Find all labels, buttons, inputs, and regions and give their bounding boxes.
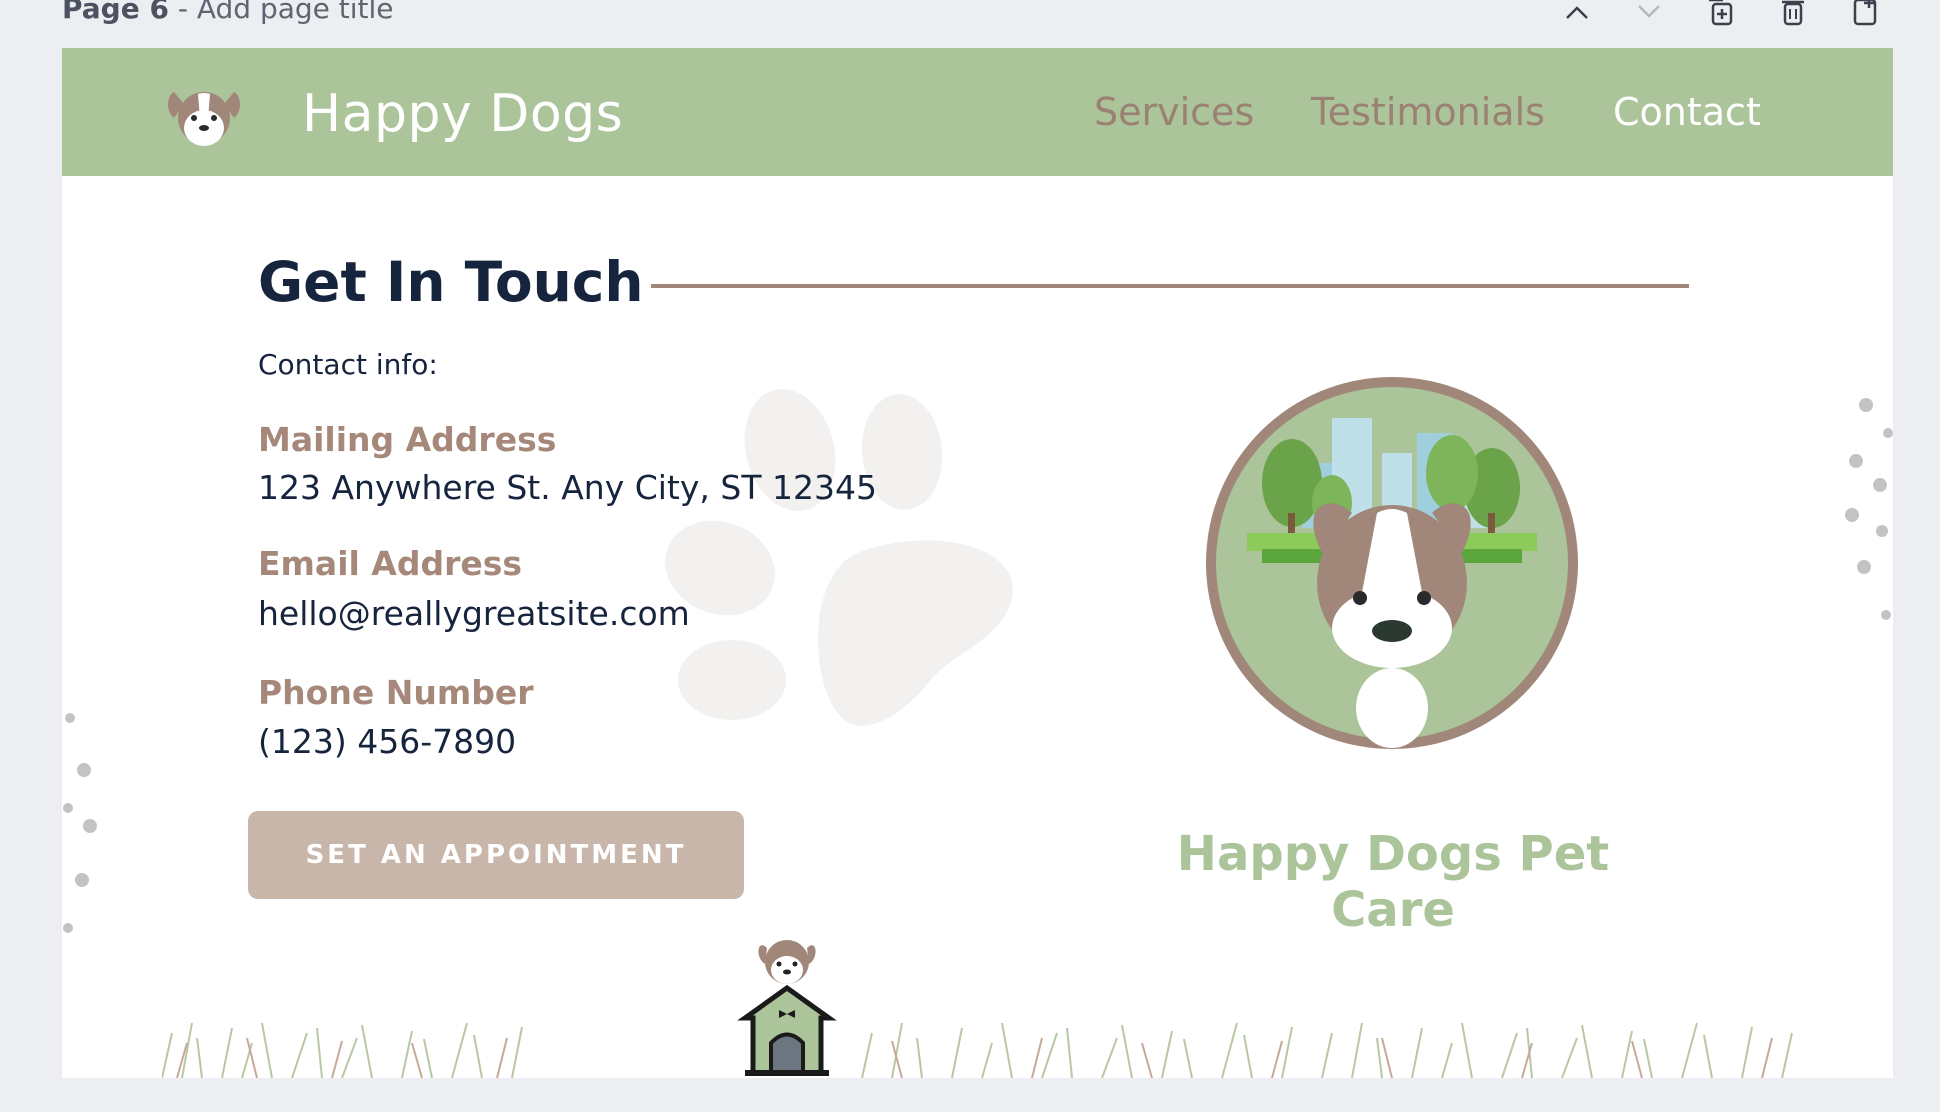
page-number: Page 6 [62,0,169,25]
contact-info-label: Contact info: [258,348,438,381]
add-page-icon[interactable] [1845,0,1885,34]
phone-number-value: (123) 456-7890 [258,722,517,761]
section-heading: Get In Touch [258,250,644,314]
dog-park-illustration [1202,373,1582,753]
site-header: Happy Dogs Services Testimonials Contact [62,48,1893,176]
nav-testimonials[interactable]: Testimonials [1311,90,1545,134]
paw-trail-right-decoration [1838,393,1893,633]
doghouse-icon [737,928,837,1078]
grass-decoration [161,983,1822,1078]
mailing-address-label: Mailing Address [258,420,557,459]
page-title-placeholder[interactable]: - Add page title [178,0,394,25]
tagline: Happy Dogs Pet Care [1176,826,1610,938]
paw-trail-left-decoration [62,708,112,948]
page-title-bar[interactable]: Page 6 - Add page title [62,0,394,25]
trash-icon[interactable] [1773,0,1813,34]
nav-contact[interactable]: Contact [1613,90,1761,134]
nav-services[interactable]: Services [1094,90,1254,134]
email-address-label: Email Address [258,544,523,583]
phone-number-label: Phone Number [258,673,534,712]
set-appointment-button[interactable]: SET AN APPOINTMENT [248,811,744,899]
mailing-address-value: 123 Anywhere St. Any City, ST 12345 [258,468,877,507]
chevron-down-icon[interactable] [1629,0,1669,34]
heading-divider [651,284,1689,288]
paw-print-decoration [662,388,1022,728]
duplicate-page-icon[interactable] [1701,0,1741,34]
dog-logo-icon [164,78,244,150]
email-address-value[interactable]: hello@reallygreatsite.com [258,594,690,633]
design-canvas[interactable]: Happy Dogs Services Testimonials Contact… [62,48,1893,1078]
brand-name[interactable]: Happy Dogs [302,84,623,144]
chevron-up-icon[interactable] [1557,0,1597,34]
